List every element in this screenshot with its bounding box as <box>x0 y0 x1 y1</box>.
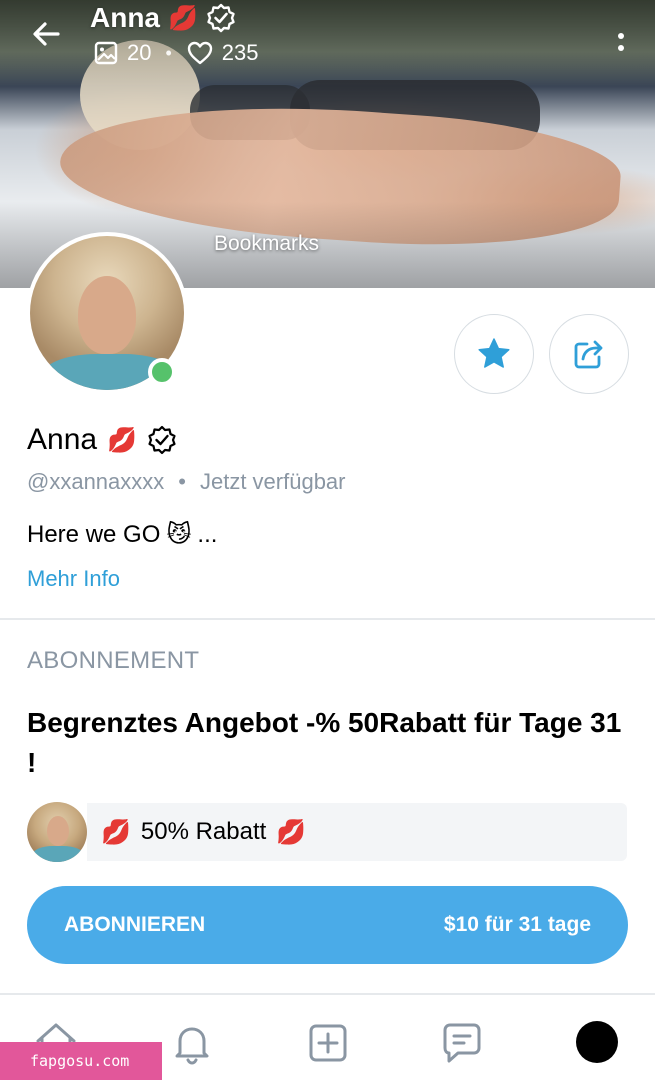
more-vertical-icon <box>618 33 624 39</box>
favorite-button[interactable] <box>454 314 534 394</box>
subscription-section-title: ABONNEMENT <box>27 647 200 674</box>
promo-bubble: 💋 50% Rabatt 💋 <box>87 803 627 861</box>
section-divider <box>0 618 655 620</box>
subscribe-button[interactable]: ABONNIEREN $10 für 31 tage <box>27 886 628 964</box>
chat-icon <box>443 1023 481 1063</box>
likes-count: 235 <box>221 40 259 65</box>
profile-name-row: Anna 💋 <box>27 423 177 457</box>
media-count: 20 <box>127 40 152 65</box>
share-button[interactable] <box>549 314 629 394</box>
back-button[interactable] <box>26 14 66 54</box>
offer-title: Begrenztes Angebot -% 50Rabatt für Tage … <box>27 707 622 778</box>
cat-emoji: 😼 <box>166 521 192 548</box>
header-name-row: Anna 💋 <box>90 2 236 34</box>
share-icon <box>574 340 603 369</box>
watermark: fapgosu.com <box>0 1042 162 1080</box>
profile-bio: Here we GO 😼 ... <box>27 520 217 549</box>
image-icon <box>94 41 118 65</box>
heart-icon <box>187 41 212 65</box>
bookmarks-label[interactable]: Bookmarks <box>214 232 319 256</box>
lips-emoji: 💋 <box>168 4 198 32</box>
bio-text: Here we GO <box>27 520 161 548</box>
promo-message: 💋 50% Rabatt 💋 <box>27 801 627 863</box>
back-arrow-icon <box>33 22 60 46</box>
subscribe-price: $10 für 31 tage <box>443 913 591 936</box>
handle-separator: • <box>178 469 186 494</box>
bio-ellipsis: ... <box>197 520 218 548</box>
star-icon <box>478 338 510 368</box>
lips-emoji: 💋 <box>101 818 131 846</box>
more-info-link[interactable]: Mehr Info <box>27 566 120 592</box>
promo-text: 50% Rabatt <box>140 818 267 845</box>
top-bar: Anna 💋 20 • 235 <box>0 0 655 80</box>
online-status-dot <box>148 358 176 386</box>
verified-icon <box>148 425 176 455</box>
stats-separator: • <box>165 42 172 63</box>
nav-add-post[interactable] <box>304 1019 352 1067</box>
lips-emoji: 💋 <box>107 426 137 454</box>
promo-avatar <box>27 802 87 862</box>
verified-icon <box>207 3 235 33</box>
nav-messages[interactable] <box>438 1019 486 1067</box>
availability-status: Jetzt verfügbar <box>199 469 346 494</box>
header-name: Anna <box>90 2 160 33</box>
more-options-button[interactable] <box>611 26 631 58</box>
profile-handle: @xxannaxxxx <box>27 469 165 494</box>
subscribe-label: ABONNIEREN <box>64 913 206 936</box>
header-stats: 20 • 235 <box>93 40 259 66</box>
profile-name: Anna <box>27 423 98 456</box>
nav-profile-avatar[interactable] <box>576 1021 618 1063</box>
plus-square-icon <box>309 1024 347 1062</box>
handle-row: @xxannaxxxx • Jetzt verfügbar <box>27 469 346 495</box>
nav-notifications[interactable] <box>168 1019 216 1067</box>
lips-emoji: 💋 <box>276 818 307 846</box>
bell-icon <box>175 1027 209 1065</box>
